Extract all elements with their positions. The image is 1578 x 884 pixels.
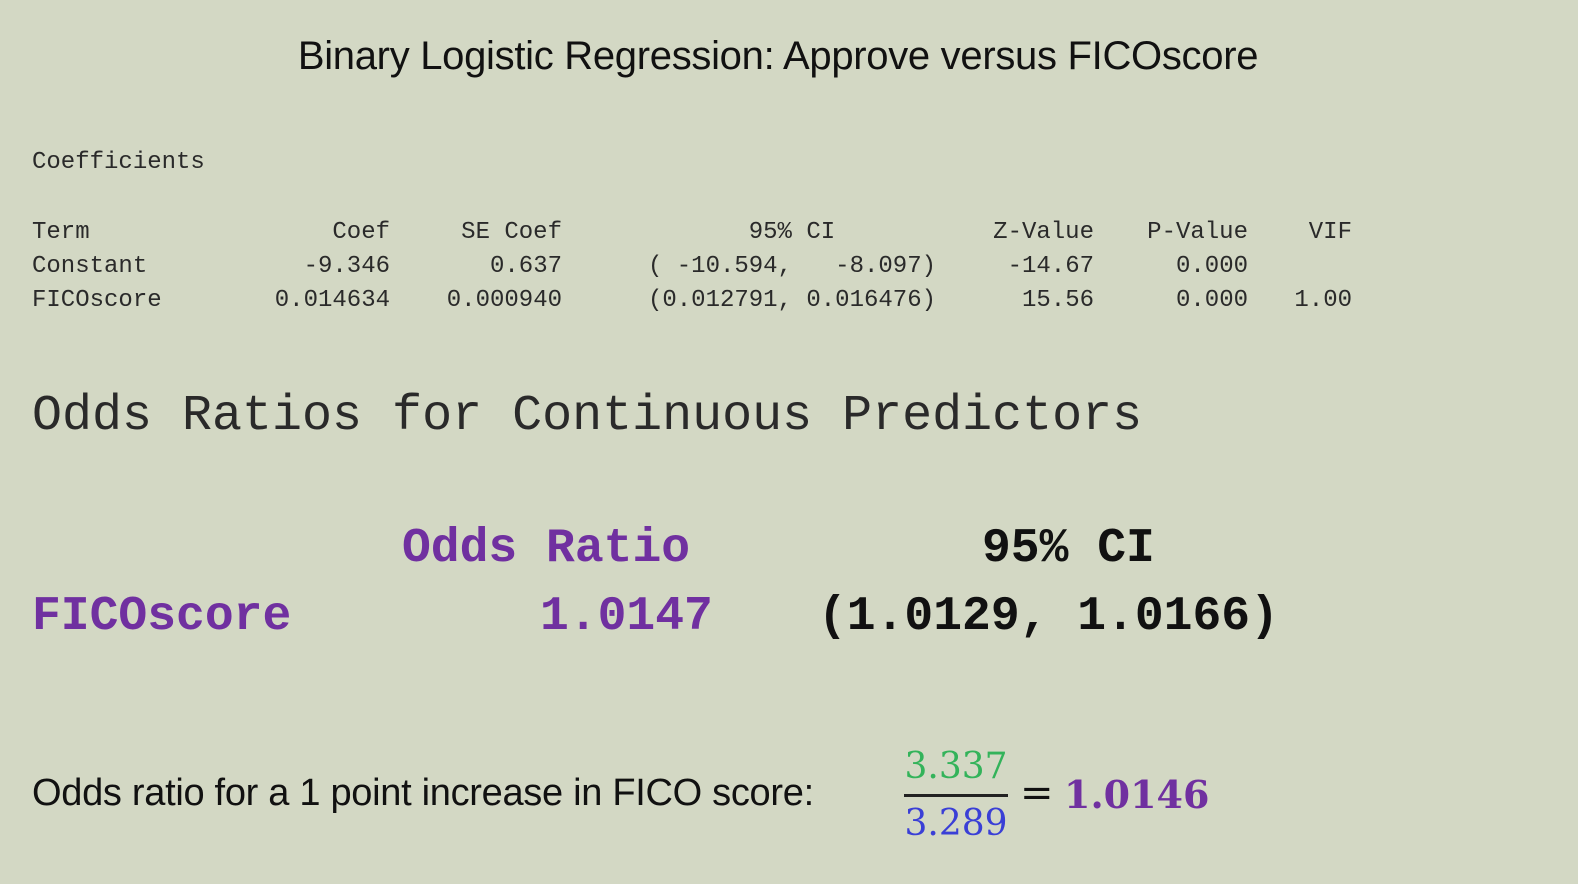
coefficients-table: Term Coef SE Coef 95% CI Z-Value P-Value… (32, 216, 1352, 318)
cell-term: FICOscore (32, 287, 162, 314)
formula-description: Odds ratio for a 1 point increase in FIC… (32, 772, 814, 814)
equals-sign: = (1020, 770, 1054, 816)
cell-vif (1248, 250, 1352, 284)
cell-p-value: 0.000 (1175, 253, 1248, 280)
table-header-row: Term Coef SE Coef 95% CI Z-Value P-Value… (32, 216, 1352, 250)
column-header-z-value: Z-Value (993, 219, 1094, 246)
odds-ratio-ci-value: (1.0129, 1.0166) (818, 590, 1279, 644)
odds-ratio-column-header: Odds Ratio (402, 522, 691, 576)
fraction-denominator: 3.289 (904, 803, 1008, 844)
cell-ci: ( -10.594, -8.097) (647, 253, 936, 280)
coefficients-heading: Coefficients (32, 149, 205, 176)
odds-ratio-term: FICOscore (32, 590, 292, 644)
column-header-vif: VIF (1308, 219, 1352, 246)
formula-result: 1.0146 (1064, 772, 1210, 817)
column-header-coef: Coef (332, 219, 390, 246)
cell-z-value: -14.67 (1007, 253, 1094, 280)
fraction-bar (904, 794, 1008, 797)
column-header-se-coef: SE Coef (461, 219, 562, 246)
column-header-term: Term (32, 219, 90, 246)
cell-se-coef: 0.637 (489, 253, 562, 280)
odds-ratio-ci-column-header: 95% CI (982, 522, 1155, 576)
odds-fraction: 3.337 3.289 (904, 744, 1008, 847)
cell-z-value: 15.56 (1021, 287, 1094, 314)
cell-vif: 1.00 (1294, 287, 1352, 314)
column-header-ci: 95% CI (562, 216, 936, 250)
column-header-p-value: P-Value (1147, 219, 1248, 246)
cell-term: Constant (32, 253, 148, 280)
cell-coef: -9.346 (303, 253, 390, 280)
cell-ci: (0.012791, 0.016476) (647, 287, 936, 314)
odds-ratio-value: 1.0147 (540, 590, 713, 644)
cell-se-coef: 0.000940 (446, 287, 562, 314)
table-row: Constant -9.346 0.637 ( -10.594, -8.097)… (32, 250, 1352, 284)
fraction-numerator: 3.337 (904, 746, 1008, 787)
odds-ratios-heading: Odds Ratios for Continuous Predictors (32, 388, 1143, 445)
table-row: FICOscore 0.014634 0.000940 (0.012791, 0… (32, 284, 1352, 318)
column-header-ci-label: 95% CI (748, 219, 836, 246)
cell-p-value: 0.000 (1175, 287, 1248, 314)
page-title: Binary Logistic Regression: Approve vers… (297, 34, 1259, 78)
cell-coef: 0.014634 (274, 287, 390, 314)
